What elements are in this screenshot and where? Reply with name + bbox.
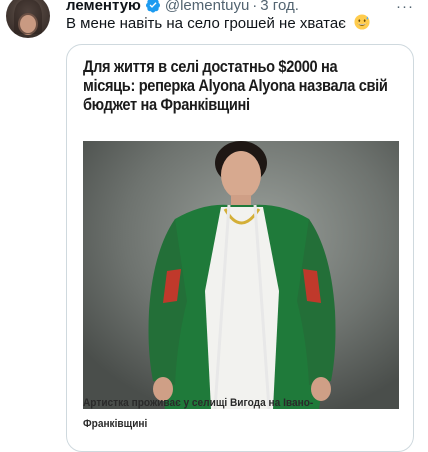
author-avatar[interactable] <box>6 0 50 38</box>
tweet-timestamp[interactable]: 3 год. <box>260 0 299 14</box>
link-preview-card[interactable]: Для життя в селі достатньо $2000 на міся… <box>66 44 414 452</box>
author-name[interactable]: лементую <box>66 0 141 14</box>
tweet-text-body: В мене навіть на село грошей не хватає <box>66 15 346 32</box>
tweet-text: В мене навіть на село грошей не хватає <box>66 14 370 32</box>
card-headline[interactable]: Для життя в селі достатньо $2000 на міся… <box>83 57 393 114</box>
author-handle[interactable]: @lementuyu <box>165 0 249 14</box>
tweet-header: лементую @lementuyu · 3 год. <box>66 0 299 15</box>
verified-badge-icon <box>145 0 160 13</box>
performer-portrait-photo <box>83 141 399 409</box>
grinning-sweat-emoji-icon <box>354 14 370 30</box>
more-options-icon[interactable]: ··· <box>396 0 414 15</box>
card-caption: Артистка проживає у селищі Вигода на Іва… <box>83 397 314 430</box>
header-separator: · <box>252 0 258 14</box>
card-image[interactable] <box>83 141 399 409</box>
